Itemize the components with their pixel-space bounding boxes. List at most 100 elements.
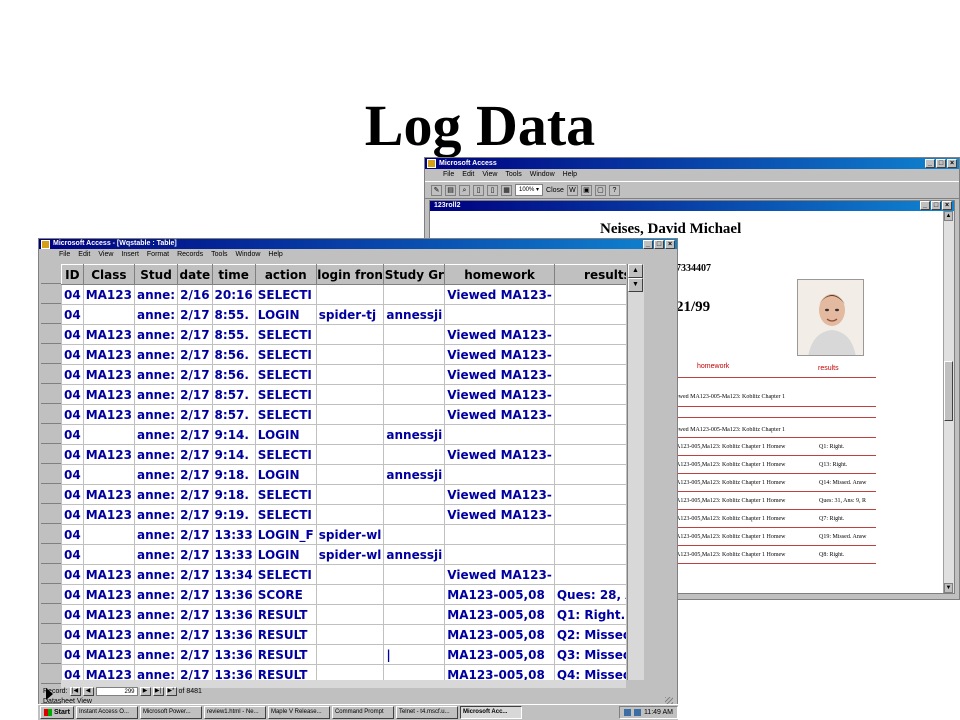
menu-edit[interactable]: Edit [462,169,474,181]
report-preview-titlebar[interactable]: 123roll2 _ □ × [430,201,954,211]
cell-login-from[interactable] [315,384,385,405]
cell-homework[interactable] [444,544,555,565]
cell-results[interactable] [553,524,626,545]
cell-study-group[interactable] [383,364,446,385]
cell-date[interactable]: 2/16 [177,284,213,305]
cell-homework[interactable] [444,304,555,325]
cell-id[interactable]: 04 [61,444,84,465]
cell-class[interactable]: MA123 [82,484,135,505]
table-scrollbar[interactable]: ▲ ▼ [627,264,644,680]
cell-login-from[interactable] [315,484,385,505]
record-selector[interactable] [41,404,61,424]
cell-homework[interactable]: Viewed MA123- [444,384,555,405]
record-selector[interactable] [41,664,61,684]
record-selector[interactable] [41,544,61,564]
cell-student[interactable]: anne: [133,504,179,525]
cell-time[interactable]: 9:14. [211,444,256,465]
table-row[interactable]: 04 anne: 2/17 9:18. LOGIN annessji [61,464,626,485]
scroll-thumb[interactable] [944,361,953,421]
cell-homework[interactable]: MA123-005,08 [444,624,555,645]
cell-homework[interactable]: Viewed MA123- [444,504,555,525]
table-row[interactable]: 04 MA123 anne: 2/17 13:36 RESULT MA123-005,08 Q… [61,624,626,645]
cell-action[interactable]: SELECTI [254,504,317,525]
one-page-icon[interactable]: ▯ [473,184,484,196]
menu-window[interactable]: Window [236,249,261,260]
cell-homework[interactable]: Viewed MA123- [444,564,555,585]
cell-results[interactable] [553,324,626,345]
cell-student[interactable]: anne: [133,304,179,325]
column-header-action[interactable]: action [254,264,317,285]
cell-date[interactable]: 2/17 [177,464,213,485]
cell-time[interactable]: 8:57. [211,384,256,405]
record-selector[interactable] [41,504,61,524]
column-header-student[interactable]: Stud [133,264,179,285]
record-selector[interactable] [41,624,61,644]
table-row[interactable]: 04 MA123 anne: 2/17 8:57. SELECTI Viewed MA123… [61,384,626,405]
table-row[interactable]: 04 MA123 anne: 2/17 8:56. SELECTI Viewed MA123… [61,364,626,385]
previous-record-icon[interactable]: ◀ [82,686,94,696]
cell-results[interactable]: Ques: 28, Ans: [553,584,626,605]
report-scrollbar[interactable]: ▲ ▼ [943,211,954,593]
record-selector[interactable] [41,644,61,664]
cell-id[interactable]: 04 [61,564,84,585]
table-row[interactable]: 04 MA123 anne: 2/17 9:19. SELECTI Viewed MA123… [61,504,626,525]
scroll-down-arrow-icon[interactable]: ▼ [628,278,643,292]
record-selector[interactable] [41,364,61,384]
cell-results[interactable] [553,444,626,465]
cell-study-group[interactable] [383,564,446,585]
menu-window[interactable]: Window [530,169,555,181]
cell-date[interactable]: 2/17 [177,444,213,465]
menu-format[interactable]: Format [147,249,169,260]
cell-study-group[interactable]: annessji [383,544,446,565]
record-selector[interactable] [41,324,61,344]
cell-homework[interactable]: Viewed MA123- [444,324,555,345]
cell-homework[interactable]: Viewed MA123- [444,444,555,465]
table-window-titlebar[interactable]: Microsoft Access - [Wqstable : Table] _ … [39,239,677,249]
cell-action[interactable]: SELECTI [254,284,317,305]
cell-study-group[interactable] [383,584,446,605]
maximize-button[interactable]: □ [936,159,946,168]
minimize-button[interactable]: _ [925,159,935,168]
cell-login-from[interactable] [315,604,385,625]
cell-results[interactable] [553,384,626,405]
cell-login-from[interactable] [315,564,385,585]
cell-homework[interactable]: MA123-005,08 [444,644,555,665]
cell-results[interactable] [553,304,626,325]
cell-id[interactable]: 04 [61,284,84,305]
cell-date[interactable]: 2/17 [177,324,213,345]
menu-file[interactable]: File [59,249,70,260]
cell-student[interactable]: anne: [133,604,179,625]
first-record-icon[interactable]: |◀ [69,686,81,696]
cell-student[interactable]: anne: [133,564,179,585]
cell-login-from[interactable]: spider-wl [315,544,385,565]
cell-class[interactable]: MA123 [82,564,135,585]
new-record-icon[interactable]: ▶* [165,686,177,696]
new-object-icon[interactable]: ▢ [594,184,606,196]
scroll-down-arrow-icon[interactable]: ▼ [944,583,953,593]
cell-action[interactable]: SELECTI [254,484,317,505]
table-row[interactable]: 04 anne: 2/17 13:33 LOGIN_F spider-wl [61,524,626,545]
cell-study-group[interactable] [383,444,446,465]
zoom-icon[interactable]: ⌕ [459,184,470,196]
taskbar-item[interactable]: Telnet - t4.mscf.u... [395,706,458,719]
zoom-select[interactable]: 100% ▾ [515,184,544,196]
cell-time[interactable]: 9:18. [211,464,256,485]
cell-class[interactable] [82,464,135,485]
cell-student[interactable]: anne: [133,364,179,385]
cell-date[interactable]: 2/17 [177,664,213,680]
menu-insert[interactable]: Insert [121,249,139,260]
cell-date[interactable]: 2/17 [177,344,213,365]
cell-action[interactable]: SELECTI [254,404,317,425]
cell-class[interactable]: MA123 [82,624,135,645]
cell-id[interactable]: 04 [61,484,84,505]
cell-student[interactable]: anne: [133,624,179,645]
cell-homework[interactable] [444,424,555,445]
cell-action[interactable]: RESULT [254,664,317,680]
column-header-class[interactable]: Class [82,264,135,285]
cell-student[interactable]: anne: [133,584,179,605]
cell-student[interactable]: anne: [133,464,179,485]
cell-time[interactable]: 8:56. [211,344,256,365]
cell-action[interactable]: SELECTI [254,444,317,465]
preview-maximize-button[interactable]: □ [931,201,941,210]
cell-date[interactable]: 2/17 [177,544,213,565]
